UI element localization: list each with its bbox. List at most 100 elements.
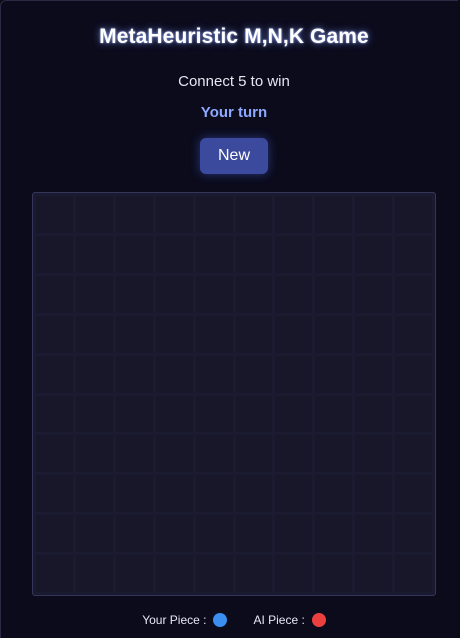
board-cell[interactable] (195, 395, 233, 433)
board-cell[interactable] (155, 355, 193, 393)
board-cell[interactable] (275, 275, 313, 313)
board-cell[interactable] (395, 475, 432, 513)
board-cell[interactable] (36, 475, 73, 513)
board-cell[interactable] (315, 515, 353, 553)
board-cell[interactable] (155, 515, 193, 553)
new-game-button[interactable]: New (200, 138, 268, 174)
board-cell[interactable] (36, 275, 73, 313)
board-cell[interactable] (355, 235, 393, 273)
board-cell[interactable] (355, 515, 393, 553)
board-cell[interactable] (115, 315, 153, 353)
board-cell[interactable] (275, 235, 313, 273)
board-cell[interactable] (115, 395, 153, 433)
board-cell[interactable] (395, 355, 432, 393)
board-cell[interactable] (155, 275, 193, 313)
board-cell[interactable] (115, 275, 153, 313)
board-cell[interactable] (36, 355, 73, 393)
board-cell[interactable] (275, 196, 313, 233)
board-cell[interactable] (395, 235, 432, 273)
board-cell[interactable] (195, 235, 233, 273)
board-cell[interactable] (36, 515, 73, 553)
board-cell[interactable] (155, 395, 193, 433)
board-cell[interactable] (155, 196, 193, 233)
board-cell[interactable] (115, 435, 153, 473)
board-cell[interactable] (395, 275, 432, 313)
board-cell[interactable] (195, 196, 233, 233)
board-cell[interactable] (355, 555, 393, 592)
board-cell[interactable] (235, 196, 273, 233)
board-cell[interactable] (395, 435, 432, 473)
board-cell[interactable] (315, 435, 353, 473)
board-cell[interactable] (395, 515, 432, 553)
board-cell[interactable] (195, 515, 233, 553)
board-cell[interactable] (155, 235, 193, 273)
board-cell[interactable] (315, 315, 353, 353)
board-cell[interactable] (235, 395, 273, 433)
board-cell[interactable] (115, 555, 153, 592)
board-cell[interactable] (275, 555, 313, 592)
board-cell[interactable] (315, 555, 353, 592)
board-cell[interactable] (395, 196, 432, 233)
board-cell[interactable] (155, 435, 193, 473)
board-cell[interactable] (75, 235, 113, 273)
board-cell[interactable] (315, 275, 353, 313)
board-cell[interactable] (355, 275, 393, 313)
board-cell[interactable] (315, 395, 353, 433)
board-cell[interactable] (155, 315, 193, 353)
board-cell[interactable] (75, 555, 113, 592)
board-cell[interactable] (235, 435, 273, 473)
board-cell[interactable] (36, 395, 73, 433)
board-cell[interactable] (235, 515, 273, 553)
board-cell[interactable] (36, 435, 73, 473)
board-cell[interactable] (115, 235, 153, 273)
board-cell[interactable] (275, 395, 313, 433)
board-cell[interactable] (235, 275, 273, 313)
board-cell[interactable] (235, 555, 273, 592)
board-cell[interactable] (75, 515, 113, 553)
board-cell[interactable] (275, 515, 313, 553)
board-cell[interactable] (75, 315, 113, 353)
board-cell[interactable] (235, 475, 273, 513)
board-cell[interactable] (395, 555, 432, 592)
board-cell[interactable] (115, 196, 153, 233)
board-cell[interactable] (155, 555, 193, 592)
board-cell[interactable] (75, 475, 113, 513)
board-cell[interactable] (36, 235, 73, 273)
board-cell[interactable] (315, 196, 353, 233)
board-cell[interactable] (195, 475, 233, 513)
board-cell[interactable] (315, 235, 353, 273)
board-cell[interactable] (355, 435, 393, 473)
board-cell[interactable] (355, 315, 393, 353)
board-cell[interactable] (275, 475, 313, 513)
board-cell[interactable] (235, 315, 273, 353)
board-cell[interactable] (235, 235, 273, 273)
board-cell[interactable] (235, 355, 273, 393)
board-cell[interactable] (75, 355, 113, 393)
board-cell[interactable] (75, 196, 113, 233)
board-cell[interactable] (395, 395, 432, 433)
board-cell[interactable] (395, 315, 432, 353)
board-cell[interactable] (36, 196, 73, 233)
board-cell[interactable] (195, 355, 233, 393)
board-cell[interactable] (36, 555, 73, 592)
board-cell[interactable] (195, 315, 233, 353)
board-cell[interactable] (195, 555, 233, 592)
board-cell[interactable] (115, 475, 153, 513)
board-cell[interactable] (36, 315, 73, 353)
board-cell[interactable] (355, 355, 393, 393)
board-cell[interactable] (115, 515, 153, 553)
board-cell[interactable] (315, 475, 353, 513)
board-cell[interactable] (195, 435, 233, 473)
board-cell[interactable] (315, 355, 353, 393)
board-cell[interactable] (75, 275, 113, 313)
board-cell[interactable] (115, 355, 153, 393)
board-cell[interactable] (75, 395, 113, 433)
board-cell[interactable] (195, 275, 233, 313)
board-cell[interactable] (275, 435, 313, 473)
board-cell[interactable] (355, 395, 393, 433)
board-cell[interactable] (75, 435, 113, 473)
board-cell[interactable] (155, 475, 193, 513)
board-cell[interactable] (355, 196, 393, 233)
board-cell[interactable] (275, 355, 313, 393)
board-cell[interactable] (355, 475, 393, 513)
